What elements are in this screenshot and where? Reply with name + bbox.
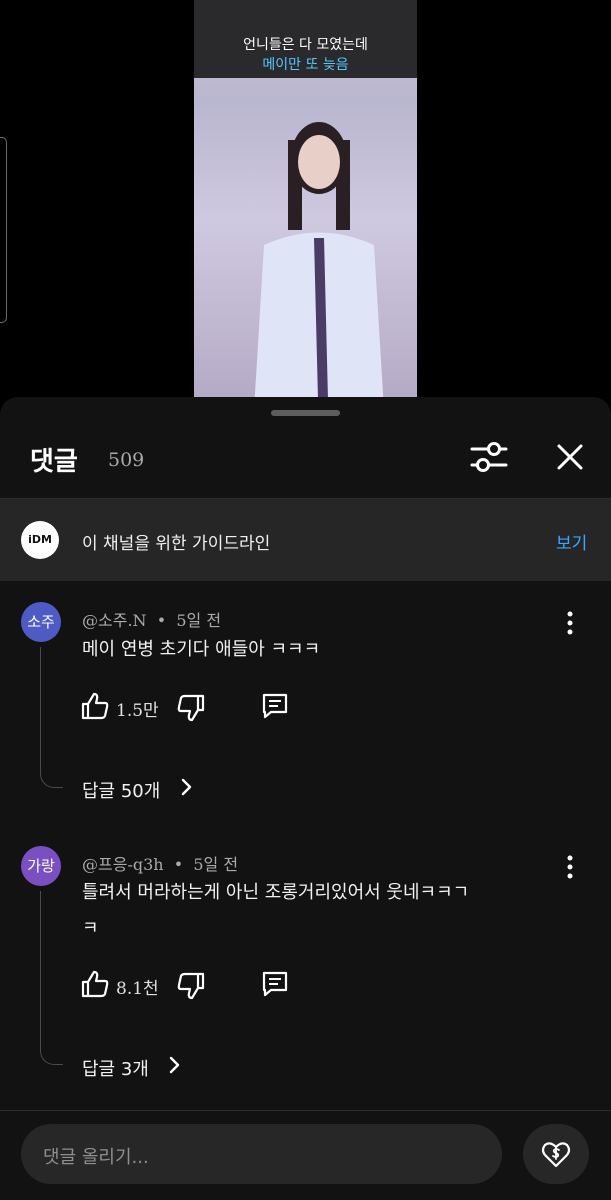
video-player[interactable]: 언니들은 다 모였는데 메이만 또 늦음 xyxy=(194,0,417,400)
comment-author[interactable]: @프응-q3h xyxy=(82,855,164,874)
comment-meta: @소주.N • 5일 전 xyxy=(82,607,221,631)
dislike-icon[interactable] xyxy=(176,693,206,723)
avatar[interactable]: 가랑 xyxy=(21,846,61,886)
reply-icon[interactable] xyxy=(260,691,290,721)
chevron-right-icon[interactable] xyxy=(168,1055,182,1075)
dislike-icon[interactable] xyxy=(176,971,206,1001)
comments-count: 509 xyxy=(108,449,145,471)
caption-line-2: 메이만 또 늦음 xyxy=(262,57,349,73)
chevron-right-icon[interactable] xyxy=(180,777,194,797)
caption-line-1: 언니들은 다 모였는데 xyxy=(243,37,368,53)
like-icon[interactable] xyxy=(80,969,110,999)
close-icon[interactable] xyxy=(552,439,588,475)
comments-sheet: 댓글 509 iDM 이 채널을 위한 가이드라인 보기 소주 @소주.N • … xyxy=(0,397,611,1200)
comment-meta: @프응-q3h • 5일 전 xyxy=(82,851,238,875)
meta-separator: • xyxy=(168,855,189,874)
replies-toggle[interactable]: 답글 3개 xyxy=(82,1055,149,1081)
composer-divider xyxy=(0,1110,611,1111)
comments-title: 댓글 xyxy=(30,447,78,477)
more-options-icon[interactable] xyxy=(560,609,580,637)
comment-time: 5일 전 xyxy=(176,611,222,630)
guideline-text: 이 채널을 위한 가이드라인 xyxy=(82,534,271,554)
edge-panel-handle[interactable] xyxy=(0,137,7,323)
comment-input[interactable]: 댓글 올리기... xyxy=(21,1124,502,1184)
thread-line xyxy=(40,891,63,1065)
avatar[interactable]: 소주 xyxy=(21,602,61,642)
comment-text-line: 틀려서 머라하는게 아닌 조롱거리있어서 웃네ㅋㅋㄱ xyxy=(82,882,470,903)
comment-text: 틀려서 머라하는게 아닌 조롱거리있어서 웃네ㅋㅋㄱ ㅋ xyxy=(82,878,562,944)
drag-handle[interactable] xyxy=(271,410,340,416)
guideline-view-link[interactable]: 보기 xyxy=(556,529,587,554)
replies-toggle[interactable]: 답글 50개 xyxy=(82,777,160,803)
comment-author[interactable]: @소주.N xyxy=(82,611,147,630)
like-icon[interactable] xyxy=(80,691,110,721)
comment-input-placeholder: 댓글 올리기... xyxy=(43,1147,149,1168)
more-options-icon[interactable] xyxy=(560,853,580,881)
comment-text: 메이 연병 초기다 애들아 ㅋㅋㅋ xyxy=(82,635,562,665)
like-count: 8.1천 xyxy=(116,979,159,999)
super-thanks-button[interactable] xyxy=(523,1124,589,1184)
meta-separator: • xyxy=(151,611,172,630)
video-frame-person xyxy=(254,122,384,400)
heart-dollar-icon xyxy=(541,1142,571,1168)
sliders-icon[interactable] xyxy=(468,439,510,475)
comment-time: 5일 전 xyxy=(193,855,239,874)
thread-line xyxy=(40,647,63,788)
channel-logo: iDM xyxy=(21,521,59,559)
channel-guideline-banner[interactable]: iDM 이 채널을 위한 가이드라인 보기 xyxy=(0,499,611,581)
like-count: 1.5만 xyxy=(116,701,159,721)
video-caption: 언니들은 다 모였는데 메이만 또 늦음 xyxy=(194,0,417,78)
comment-text-line: ㅋ xyxy=(82,918,99,939)
comment-text-line: 메이 연병 초기다 애들아 ㅋㅋㅋ xyxy=(82,639,321,660)
reply-icon[interactable] xyxy=(260,969,290,999)
